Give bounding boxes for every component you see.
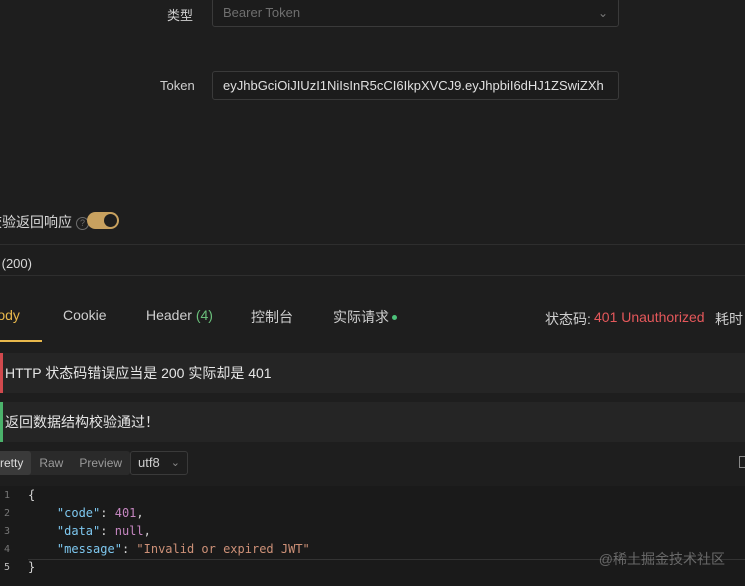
line-number: 1: [3, 490, 10, 501]
tab-actual-request-label: 实际请求: [333, 309, 389, 325]
encoding-value: utf8: [138, 455, 160, 470]
token-input[interactable]: eyJhbGciOiJIUzI1NiIsInR5cCI6IkpXVCJ9.eyJ…: [212, 71, 619, 100]
chevron-down-icon: ⌄: [170, 457, 180, 469]
active-tab-indicator: [0, 340, 42, 342]
json-value: null: [114, 524, 144, 538]
tab-body[interactable]: Body: [0, 307, 20, 323]
status-dot-icon: [392, 315, 397, 320]
tab-header-label: Header: [146, 307, 192, 323]
line-number: 5: [3, 562, 10, 573]
line-number: 3: [3, 526, 10, 537]
json-value: 401: [114, 506, 137, 520]
line-number: 4: [3, 544, 10, 555]
json-key: "code": [56, 506, 101, 520]
tab-cookie[interactable]: Cookie: [63, 307, 107, 323]
code-line: "code": 401,: [56, 506, 144, 520]
tab-header[interactable]: Header (4): [146, 307, 213, 323]
code-line: "message": "Invalid or expired JWT": [56, 542, 310, 556]
success-message: 返回数据结构校验通过！: [0, 402, 745, 442]
code-line: }: [28, 560, 36, 574]
error-message: HTTP 状态码错误应当是 200 实际却是 401: [0, 353, 745, 393]
tab-actual-request[interactable]: 实际请求: [333, 307, 397, 327]
tab-console[interactable]: 控制台: [251, 307, 293, 327]
toggle-knob: [104, 214, 117, 227]
type-label: 类型: [167, 8, 194, 23]
divider: [0, 244, 745, 245]
time-label: 耗时: [715, 311, 743, 327]
format-pretty-button[interactable]: Pretty: [0, 451, 32, 475]
validate-response-label: 校验返回响应: [0, 214, 72, 230]
code-line: {: [28, 488, 36, 502]
format-preview-button[interactable]: Preview: [71, 451, 130, 475]
format-raw-button[interactable]: Raw: [31, 451, 71, 475]
status-code-value: 401 Unauthorized: [594, 309, 705, 325]
auth-type-value: Bearer Token: [223, 5, 301, 20]
json-value: "Invalid or expired JWT": [136, 542, 310, 556]
encoding-select[interactable]: utf8 ⌄: [130, 451, 188, 475]
json-key: "data": [56, 524, 101, 538]
response-body-viewer[interactable]: 1 2 3 4 5 { "code": 401, "data": null, "…: [0, 486, 745, 586]
divider: [0, 275, 745, 276]
error-message-text: HTTP 状态码错误应当是 200 实际却是 401: [5, 365, 272, 381]
format-switch: Pretty Raw Preview: [0, 451, 131, 475]
status-code-label: 状态码:: [545, 311, 591, 327]
chevron-down-icon: ⌄: [597, 6, 608, 20]
line-number: 2: [3, 508, 10, 519]
code-line: "data": null,: [56, 524, 151, 538]
watermark: @稀土掘金技术社区: [598, 551, 725, 567]
validate-response-toggle[interactable]: [87, 212, 119, 229]
json-key: "message": [56, 542, 122, 556]
success-message-text: 返回数据结构校验通过！: [5, 414, 159, 430]
tab-header-count: (4): [195, 307, 213, 323]
response-case-select[interactable]: 成功 (200): [0, 253, 32, 272]
copy-icon[interactable]: [739, 456, 745, 468]
validate-response-row: 校验返回响应?: [0, 212, 89, 232]
token-label: Token: [160, 78, 195, 93]
auth-type-select[interactable]: Bearer Token ⌄: [212, 0, 619, 27]
